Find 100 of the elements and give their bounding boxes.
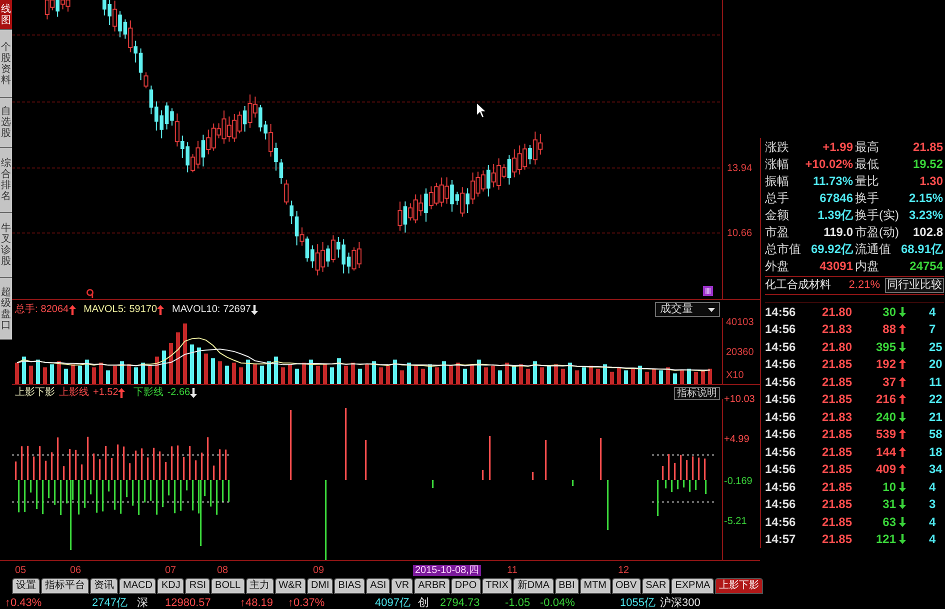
quote-label: 总市值 (765, 242, 801, 256)
trade-price: 21.85 (822, 497, 852, 512)
indicator-tab[interactable]: BOLL (211, 578, 245, 594)
indicator-tab[interactable]: DPO (450, 578, 481, 594)
trade-number: 7 (929, 322, 936, 336)
quote-value: 3.23% (908, 208, 944, 222)
rising-candle (144, 72, 148, 89)
indicator-help-button[interactable]: 指标说明 (674, 386, 720, 400)
indicator-axis-label: +10.03 (724, 394, 755, 406)
side-tab[interactable]: 综合排名 (0, 148, 12, 213)
indicator-name: 上影下影 (15, 387, 55, 399)
quote-value: 67846 (820, 190, 853, 204)
falling-candle (424, 188, 428, 222)
indicator-tab[interactable]: TRIX (482, 578, 512, 594)
trade-price: 21.85 (822, 357, 852, 372)
indicator-tab[interactable]: 设置 (12, 578, 40, 594)
trade-number: 4 (929, 532, 936, 546)
status-value: 12980.57 (165, 596, 211, 608)
quote-label: 涨跌 (765, 140, 789, 154)
trade-number: 22 (929, 392, 942, 406)
status-value: 创 (418, 596, 429, 608)
trade-time: 14:56 (765, 357, 796, 372)
side-tab[interactable]: 线图 (0, 0, 12, 30)
falling-candle (326, 244, 330, 268)
trade-number: 4 (929, 304, 936, 319)
falling-candle (528, 144, 532, 165)
quote-label: 最低 (855, 156, 879, 170)
rising-candle (268, 123, 274, 158)
trade-number: 3 (929, 497, 936, 512)
trade-volume: 409 (876, 462, 896, 476)
indicator-tab[interactable]: 主力 (246, 578, 274, 594)
indicator-tab[interactable]: VR (391, 578, 414, 594)
indicator-tab[interactable]: 新DMA (513, 578, 554, 594)
quote-value: 19.52 (912, 156, 944, 170)
trade-number: 11 (929, 374, 942, 389)
trade-time: 14:56 (765, 444, 796, 459)
trade-number: 4 (929, 480, 936, 494)
indicator-dropdown[interactable]: 成交量 (655, 302, 720, 317)
falling-candle (466, 188, 470, 214)
rising-candle (174, 113, 180, 147)
falling-candle (403, 200, 408, 234)
legend-value: -2.66 (167, 387, 190, 399)
status-value: 2747亿 (92, 596, 128, 608)
peer-compare-button[interactable]: 同行业比较 (885, 278, 944, 293)
trade-volume: 30 (882, 304, 896, 319)
rising-candle (398, 201, 402, 232)
quote-value: 24754 (910, 258, 944, 272)
indicator-tab[interactable]: ASI (366, 578, 390, 594)
trade-time: 14:56 (765, 497, 796, 512)
legend-value: 59170 (129, 304, 158, 316)
quote-value: +1.99 (822, 140, 853, 154)
status-value: ↑0.37% (288, 596, 325, 608)
trade-price: 21.83 (822, 410, 852, 424)
trade-price: 21.80 (822, 304, 852, 319)
indicator-tab[interactable]: MACD (119, 578, 156, 594)
trade-price: 21.85 (822, 532, 852, 546)
trade-volume: 63 (882, 514, 896, 529)
industry-change: 2.21% (848, 279, 880, 292)
falling-candle (56, 0, 60, 18)
side-tab[interactable]: 牛叉诊股 (0, 213, 12, 278)
indicator-tab[interactable]: BBI (554, 578, 579, 594)
indicator-tab[interactable]: 上影下影 (715, 578, 764, 594)
trade-volume: 192 (876, 357, 896, 372)
pointer-icon (476, 102, 487, 119)
trade-time: 14:56 (765, 304, 796, 319)
volume-unit-label: X10 (726, 370, 744, 382)
trade-volume: 37 (882, 374, 896, 389)
indicator-tab[interactable]: 资讯 (90, 578, 118, 594)
indicator-tab[interactable]: ARBR (414, 578, 450, 594)
quote-value: 2.15% (908, 190, 944, 204)
indicator-tab[interactable]: SAR (642, 578, 670, 594)
falling-candle (242, 106, 247, 132)
rising-candle (128, 20, 133, 53)
indicator-axis-label: +4.99 (724, 434, 750, 446)
date-label: 08 (217, 564, 228, 576)
quote-label: 外盘 (765, 258, 789, 272)
side-tab[interactable]: 个股资料 (0, 30, 12, 98)
indicator-tab[interactable]: W&R (274, 578, 306, 594)
quote-value: 1.39亿 (818, 208, 853, 222)
trade-volume: 395 (876, 340, 896, 354)
trade-volume: 216 (876, 392, 896, 406)
quote-label: 内盘 (855, 258, 879, 272)
indicator-tab[interactable]: EXPMA (671, 578, 714, 594)
trade-volume: 144 (876, 444, 896, 459)
quote-value: 68.91亿 (900, 242, 944, 256)
side-tab[interactable]: 自选股 (0, 98, 12, 148)
indicator-tab[interactable]: MTM (580, 578, 611, 594)
side-tab[interactable]: 超级盘口 (0, 278, 12, 340)
quote-label: 涨幅 (765, 156, 789, 170)
indicator-tab[interactable]: OBV (612, 578, 641, 594)
status-value: 深 (137, 596, 148, 608)
trade-price: 21.80 (822, 340, 852, 354)
indicator-tab[interactable]: RSI (185, 578, 210, 594)
indicator-tab[interactable]: 指标平台 (41, 578, 89, 594)
trade-time: 14:56 (765, 462, 796, 476)
indicator-tab[interactable]: BIAS (334, 578, 366, 594)
indicator-tab[interactable]: DMI (306, 578, 334, 594)
quote-label: 最高 (855, 140, 879, 154)
indicator-tab[interactable]: KDJ (157, 578, 184, 594)
quote-label: 市盈 (765, 224, 789, 238)
